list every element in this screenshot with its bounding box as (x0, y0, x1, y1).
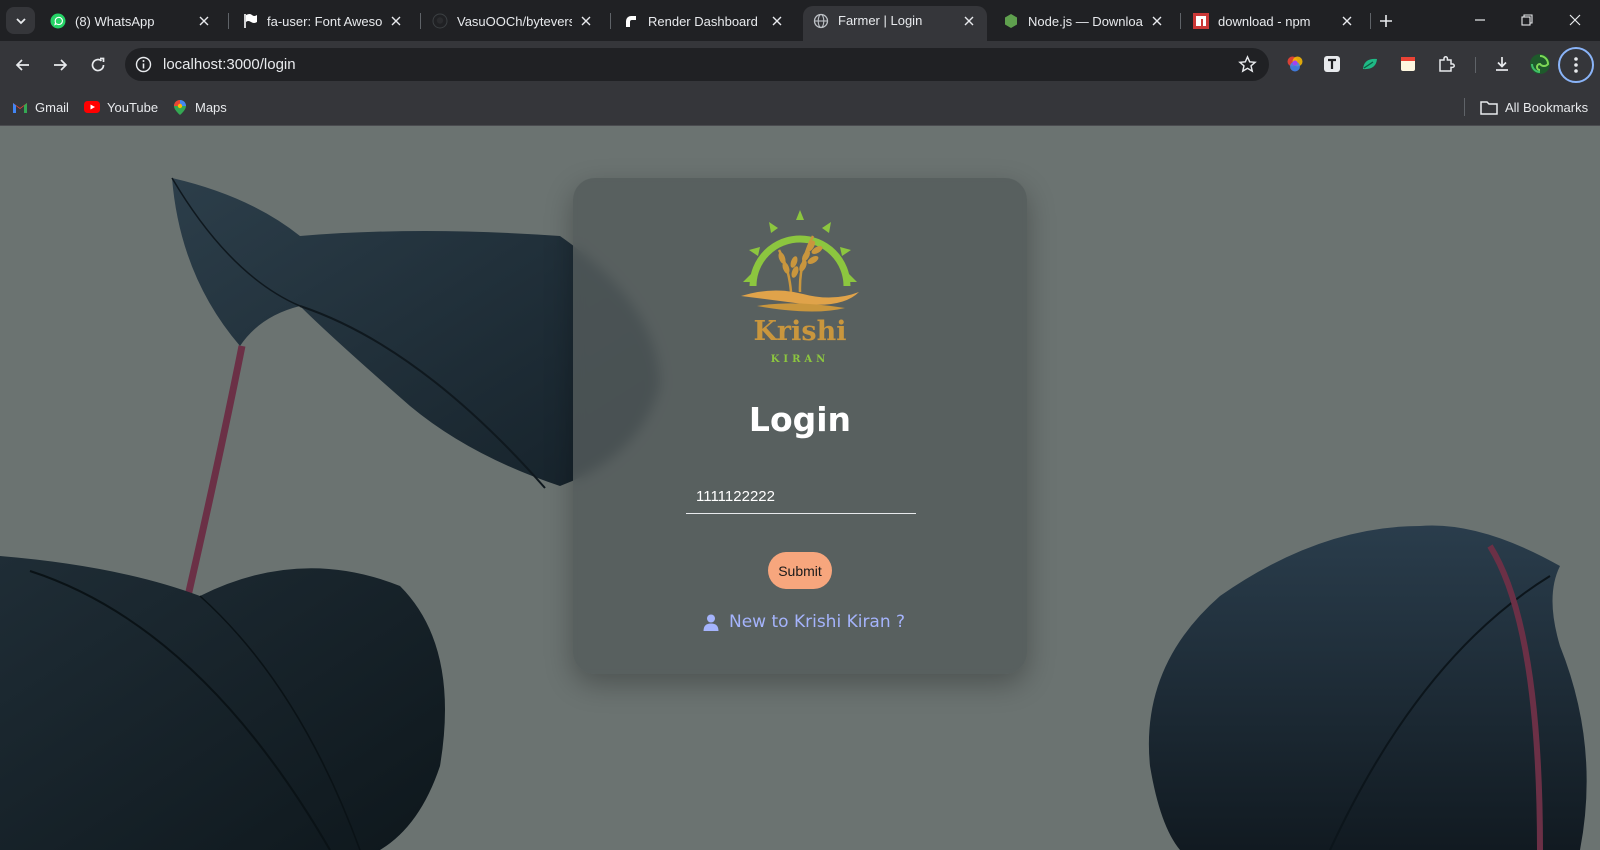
tab-divider (610, 13, 611, 29)
maps-icon (172, 99, 188, 115)
tab-title: Render Dashboard (648, 13, 758, 29)
color-picker-extension-icon[interactable] (1284, 53, 1306, 75)
logo-name: Krishi (753, 316, 846, 347)
toolbar-divider (1475, 57, 1476, 73)
bookmarks-bar: Gmail YouTube Maps All Bookmarks (0, 88, 1600, 126)
tab-divider (1180, 13, 1181, 29)
tab-title: Farmer | Login (838, 13, 923, 28)
login-page: Krishi KIRAN Login Submit New to Krishi … (0, 126, 1600, 850)
tab-whatsapp[interactable]: (8) WhatsApp (40, 7, 222, 35)
reload-button[interactable] (85, 52, 111, 78)
tab-title: Node.js — Download (1028, 13, 1143, 29)
tab-title: (8) WhatsApp (75, 13, 155, 29)
bookmark-star-icon[interactable] (1238, 55, 1257, 74)
tab-strip: (8) WhatsApp fa-user: Font Awesome VasuO… (0, 0, 1600, 41)
tab-github[interactable]: VasuOOCh/byteverse (422, 7, 604, 35)
tab-divider (1370, 13, 1371, 29)
url-text[interactable]: localhost:3000/login (163, 56, 296, 73)
tab-divider (228, 13, 229, 29)
all-bookmarks-button[interactable]: All Bookmarks (1480, 97, 1588, 117)
flag-icon (242, 13, 258, 29)
close-icon[interactable] (769, 13, 785, 29)
puzzle-icon[interactable] (1435, 53, 1457, 75)
arrow-left-icon (15, 59, 29, 71)
gmail-icon (12, 99, 28, 115)
krishi-kiran-logo: Krishi KIRAN (741, 210, 859, 365)
npm-icon (1193, 13, 1209, 29)
close-icon[interactable] (1149, 13, 1165, 29)
restore-icon (1521, 14, 1533, 26)
bookmark-label: Maps (195, 99, 227, 115)
tab-title: download - npm (1218, 13, 1311, 29)
page-title: Login (748, 400, 852, 439)
login-card: Krishi KIRAN Login Submit New to Krishi … (573, 178, 1027, 674)
download-icon[interactable] (1491, 53, 1513, 75)
tab-divider (420, 13, 421, 29)
restore-button[interactable] (1515, 8, 1539, 32)
reload-icon (91, 57, 105, 72)
tab-search-button[interactable] (6, 7, 35, 34)
github-icon (432, 13, 448, 29)
bookmark-label: Gmail (35, 99, 69, 115)
folder-icon (1480, 99, 1498, 115)
forward-button[interactable] (47, 52, 73, 78)
leaf-extension-icon[interactable] (1359, 53, 1381, 75)
all-bookmarks-label: All Bookmarks (1505, 99, 1589, 115)
bookmark-gmail[interactable]: Gmail (12, 97, 69, 117)
register-link-label: New to Krishi Kiran ? (729, 612, 906, 632)
logo-subtitle: KIRAN (771, 354, 830, 365)
close-icon[interactable] (1339, 13, 1355, 29)
tab-font-awesome[interactable]: fa-user: Font Awesome (232, 7, 414, 35)
back-button[interactable] (10, 52, 36, 78)
tab-title: VasuOOCh/byteverse (457, 13, 572, 29)
calendar-extension-icon[interactable] (1397, 53, 1419, 75)
kebab-menu-icon (1574, 57, 1578, 73)
youtube-icon (84, 99, 100, 115)
close-window-button[interactable] (1563, 8, 1587, 32)
register-link[interactable]: New to Krishi Kiran ? (703, 610, 905, 634)
plus-icon (1380, 15, 1392, 27)
tab-farmer-login[interactable]: Farmer | Login (803, 6, 987, 41)
new-tab-button[interactable] (1375, 10, 1397, 32)
bookmark-youtube[interactable]: YouTube (84, 97, 158, 117)
close-icon[interactable] (578, 13, 594, 29)
close-icon[interactable] (388, 13, 404, 29)
minimize-icon (1475, 19, 1485, 21)
profile-avatar-icon[interactable] (1529, 53, 1551, 75)
close-icon (1569, 14, 1581, 26)
minimize-button[interactable] (1468, 8, 1492, 32)
address-bar[interactable]: localhost:3000/login (125, 48, 1269, 81)
bookmarks-divider (1464, 98, 1465, 116)
browser-toolbar: localhost:3000/login (0, 41, 1600, 88)
globe-icon (813, 13, 829, 29)
nodejs-icon (1003, 13, 1019, 29)
site-info-icon[interactable] (135, 56, 152, 73)
tab-npm[interactable]: download - npm (1183, 7, 1365, 35)
tab-title: fa-user: Font Awesome (267, 13, 382, 29)
close-icon[interactable] (961, 13, 977, 29)
whatsapp-icon (50, 13, 66, 29)
close-icon[interactable] (196, 13, 212, 29)
browser-menu-button[interactable] (1558, 47, 1594, 83)
tab-nodejs[interactable]: Node.js — Download (993, 7, 1175, 35)
text-extension-icon[interactable] (1321, 53, 1343, 75)
tab-render[interactable]: Render Dashboard (613, 7, 795, 35)
bookmark-maps[interactable]: Maps (172, 97, 227, 117)
user-icon (703, 613, 719, 631)
phone-input[interactable] (686, 480, 916, 514)
arrow-right-icon (54, 59, 68, 71)
chevron-down-icon (15, 17, 26, 24)
submit-button[interactable]: Submit (768, 552, 832, 589)
render-icon (623, 13, 639, 29)
bookmark-label: YouTube (107, 99, 159, 115)
